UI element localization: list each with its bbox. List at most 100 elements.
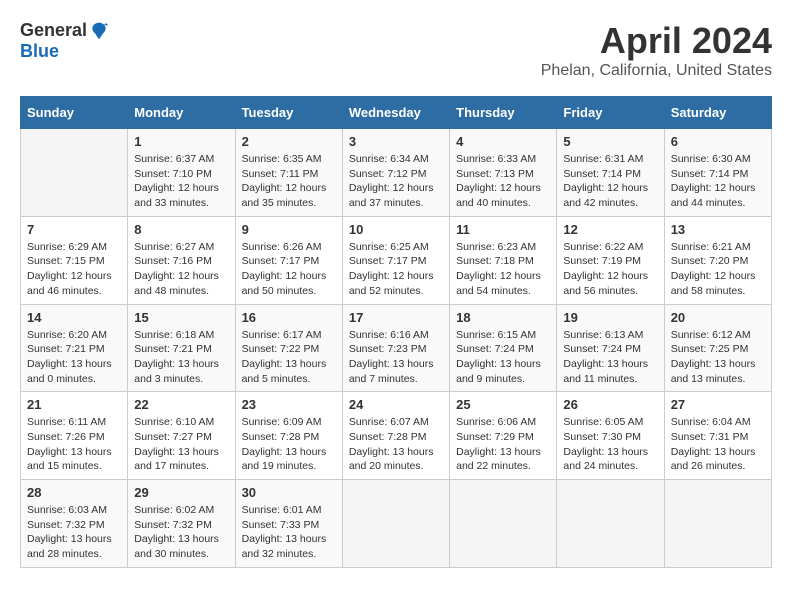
calendar-cell: 17 Sunrise: 6:16 AMSunset: 7:23 PMDayligh… [342,304,449,392]
day-number: 2 [242,134,336,149]
calendar-cell [557,480,664,568]
logo: General Blue [20,20,109,62]
calendar-cell: 4 Sunrise: 6:33 AMSunset: 7:13 PMDaylight… [450,129,557,217]
day-number: 18 [456,310,550,325]
day-header-thursday: Thursday [450,97,557,129]
calendar-cell: 7 Sunrise: 6:29 AMSunset: 7:15 PMDaylight… [21,216,128,304]
day-number: 12 [563,222,657,237]
day-info: Sunrise: 6:10 AMSunset: 7:27 PMDaylight:… [134,415,228,474]
day-info: Sunrise: 6:17 AMSunset: 7:22 PMDaylight:… [242,328,336,387]
calendar-cell: 24 Sunrise: 6:07 AMSunset: 7:28 PMDayligh… [342,392,449,480]
calendar-cell: 3 Sunrise: 6:34 AMSunset: 7:12 PMDaylight… [342,129,449,217]
day-header-saturday: Saturday [664,97,771,129]
calendar-cell: 6 Sunrise: 6:30 AMSunset: 7:14 PMDaylight… [664,129,771,217]
day-info: Sunrise: 6:20 AMSunset: 7:21 PMDaylight:… [27,328,121,387]
day-number: 26 [563,397,657,412]
day-info: Sunrise: 6:22 AMSunset: 7:19 PMDaylight:… [563,240,657,299]
day-info: Sunrise: 6:27 AMSunset: 7:16 PMDaylight:… [134,240,228,299]
calendar-week-row: 21 Sunrise: 6:11 AMSunset: 7:26 PMDayligh… [21,392,772,480]
calendar-cell: 9 Sunrise: 6:26 AMSunset: 7:17 PMDaylight… [235,216,342,304]
day-number: 20 [671,310,765,325]
day-info: Sunrise: 6:35 AMSunset: 7:11 PMDaylight:… [242,152,336,211]
day-number: 6 [671,134,765,149]
day-number: 5 [563,134,657,149]
day-number: 4 [456,134,550,149]
day-info: Sunrise: 6:34 AMSunset: 7:12 PMDaylight:… [349,152,443,211]
calendar-table: SundayMondayTuesdayWednesdayThursdayFrid… [20,96,772,568]
calendar-cell: 13Sunrise: 6:21 AMSunset: 7:20 PMDayligh… [664,216,771,304]
calendar-cell: 23 Sunrise: 6:09 AMSunset: 7:28 PMDayligh… [235,392,342,480]
calendar-cell [450,480,557,568]
calendar-cell: 19Sunrise: 6:13 AMSunset: 7:24 PMDayligh… [557,304,664,392]
calendar-cell: 27 Sunrise: 6:04 AMSunset: 7:31 PMDayligh… [664,392,771,480]
day-number: 13 [671,222,765,237]
day-info: Sunrise: 6:26 AMSunset: 7:17 PMDaylight:… [242,240,336,299]
calendar-cell: 22 Sunrise: 6:10 AMSunset: 7:27 PMDayligh… [128,392,235,480]
day-number: 16 [242,310,336,325]
day-number: 8 [134,222,228,237]
day-number: 27 [671,397,765,412]
day-number: 23 [242,397,336,412]
calendar-cell: 18 Sunrise: 6:15 AMSunset: 7:24 PMDayligh… [450,304,557,392]
day-info: Sunrise: 6:18 AMSunset: 7:21 PMDaylight:… [134,328,228,387]
day-info: Sunrise: 6:03 AMSunset: 7:32 PMDaylight:… [27,503,121,562]
day-number: 29 [134,485,228,500]
day-number: 14 [27,310,121,325]
logo-general-text: General [20,20,87,41]
day-number: 9 [242,222,336,237]
day-info: Sunrise: 6:30 AMSunset: 7:14 PMDaylight:… [671,152,765,211]
day-number: 21 [27,397,121,412]
day-number: 22 [134,397,228,412]
calendar-cell: 1Sunrise: 6:37 AMSunset: 7:10 PMDaylight… [128,129,235,217]
day-info: Sunrise: 6:23 AMSunset: 7:18 PMDaylight:… [456,240,550,299]
day-info: Sunrise: 6:02 AMSunset: 7:32 PMDaylight:… [134,503,228,562]
day-info: Sunrise: 6:04 AMSunset: 7:31 PMDaylight:… [671,415,765,474]
day-number: 3 [349,134,443,149]
calendar-cell: 12 Sunrise: 6:22 AMSunset: 7:19 PMDayligh… [557,216,664,304]
day-number: 25 [456,397,550,412]
calendar-cell: 10Sunrise: 6:25 AMSunset: 7:17 PMDayligh… [342,216,449,304]
day-info: Sunrise: 6:33 AMSunset: 7:13 PMDaylight:… [456,152,550,211]
location-title: Phelan, California, United States [541,62,772,80]
day-number: 7 [27,222,121,237]
day-info: Sunrise: 6:15 AMSunset: 7:24 PMDaylight:… [456,328,550,387]
month-title: April 2024 [541,20,772,62]
day-number: 15 [134,310,228,325]
day-info: Sunrise: 6:09 AMSunset: 7:28 PMDaylight:… [242,415,336,474]
day-info: Sunrise: 6:11 AMSunset: 7:26 PMDaylight:… [27,415,121,474]
calendar-cell: 2 Sunrise: 6:35 AMSunset: 7:11 PMDaylight… [235,129,342,217]
day-header-sunday: Sunday [21,97,128,129]
day-header-wednesday: Wednesday [342,97,449,129]
day-info: Sunrise: 6:16 AMSunset: 7:23 PMDaylight:… [349,328,443,387]
day-info: Sunrise: 6:01 AMSunset: 7:33 PMDaylight:… [242,503,336,562]
calendar-week-row: 7 Sunrise: 6:29 AMSunset: 7:15 PMDaylight… [21,216,772,304]
calendar-cell: 25 Sunrise: 6:06 AMSunset: 7:29 PMDayligh… [450,392,557,480]
title-section: April 2024 Phelan, California, United St… [541,20,772,80]
calendar-cell [664,480,771,568]
calendar-cell [342,480,449,568]
day-number: 28 [27,485,121,500]
calendar-cell: 20Sunrise: 6:12 AMSunset: 7:25 PMDayligh… [664,304,771,392]
calendar-cell: 29 Sunrise: 6:02 AMSunset: 7:32 PMDayligh… [128,480,235,568]
day-info: Sunrise: 6:05 AMSunset: 7:30 PMDaylight:… [563,415,657,474]
calendar-cell: 15 Sunrise: 6:18 AMSunset: 7:21 PMDayligh… [128,304,235,392]
calendar-cell: 28 Sunrise: 6:03 AMSunset: 7:32 PMDayligh… [21,480,128,568]
calendar-cell: 21 Sunrise: 6:11 AMSunset: 7:26 PMDayligh… [21,392,128,480]
logo-bird-icon [89,21,109,41]
calendar-cell [21,129,128,217]
calendar-cell: 26 Sunrise: 6:05 AMSunset: 7:30 PMDayligh… [557,392,664,480]
day-number: 17 [349,310,443,325]
day-header-tuesday: Tuesday [235,97,342,129]
day-number: 30 [242,485,336,500]
calendar-cell: 30 Sunrise: 6:01 AMSunset: 7:33 PMDayligh… [235,480,342,568]
calendar-cell: 14 Sunrise: 6:20 AMSunset: 7:21 PMDayligh… [21,304,128,392]
day-number: 24 [349,397,443,412]
calendar-cell: 5Sunrise: 6:31 AMSunset: 7:14 PMDaylight… [557,129,664,217]
day-info: Sunrise: 6:06 AMSunset: 7:29 PMDaylight:… [456,415,550,474]
day-info: Sunrise: 6:25 AMSunset: 7:17 PMDaylight:… [349,240,443,299]
day-info: Sunrise: 6:07 AMSunset: 7:28 PMDaylight:… [349,415,443,474]
calendar-cell: 8 Sunrise: 6:27 AMSunset: 7:16 PMDaylight… [128,216,235,304]
calendar-week-row: 28 Sunrise: 6:03 AMSunset: 7:32 PMDayligh… [21,480,772,568]
day-info: Sunrise: 6:13 AMSunset: 7:24 PMDaylight:… [563,328,657,387]
day-info: Sunrise: 6:29 AMSunset: 7:15 PMDaylight:… [27,240,121,299]
